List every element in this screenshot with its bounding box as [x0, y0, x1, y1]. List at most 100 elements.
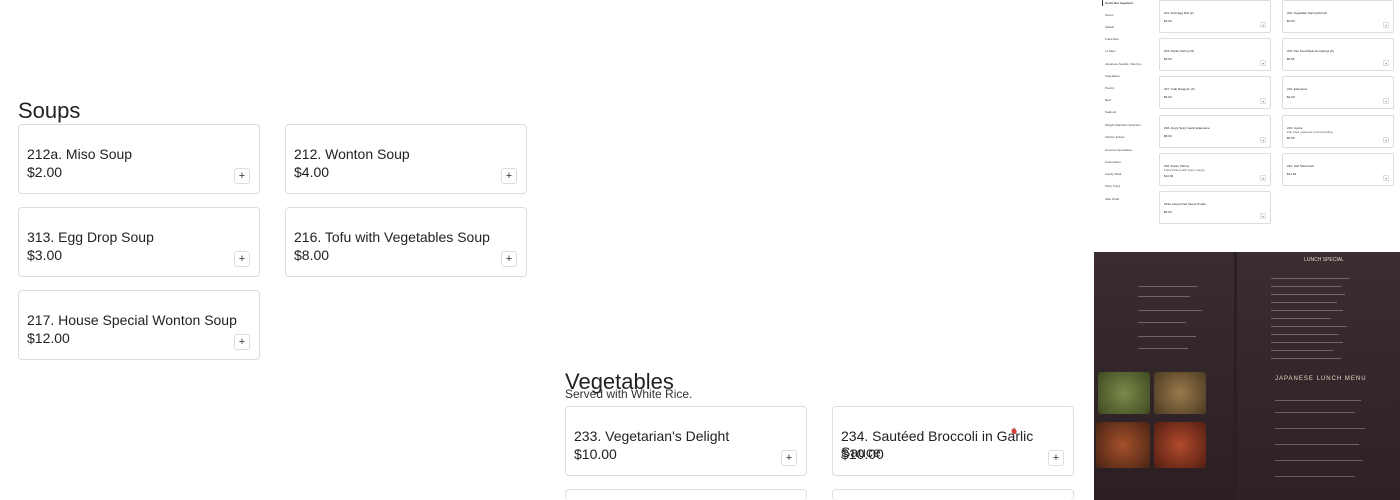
menu-text-line: [1271, 278, 1349, 279]
mini-item-price: $4.00: [1287, 95, 1295, 99]
add-to-cart-button[interactable]: +: [501, 168, 517, 184]
add-to-cart-button[interactable]: +: [234, 168, 250, 184]
menu-item-card[interactable]: 212. Wonton Soup $4.00 +: [285, 124, 527, 194]
menu-text-line: [1271, 350, 1333, 351]
menu-item-card[interactable]: 313. Egg Drop Soup $3.00 +: [18, 207, 260, 277]
mini-add-button[interactable]: +: [1383, 175, 1389, 181]
mini-category-item[interactable]: Sushi Bar Appetizer: [1105, 1, 1133, 5]
mini-item-price: $12.00: [1164, 174, 1174, 178]
mini-item-name: 210. Edamame: [1287, 87, 1308, 91]
mini-add-button[interactable]: +: [1260, 213, 1266, 219]
mini-menu-item-card[interactable]: 208. Angry Spicy Garlic Edamame $8.00 +: [1159, 115, 1271, 148]
food-photo: [1154, 422, 1206, 468]
menu-item-card[interactable]: 217. House Special Wonton Soup $12.00 +: [18, 290, 260, 360]
menu-item-card[interactable]: 233. Vegetarian's Delight $10.00 +: [565, 406, 807, 476]
item-price: $10.00: [574, 446, 617, 462]
item-name: 216. Tofu with Vegetables Soup: [294, 229, 490, 245]
item-name: 313. Egg Drop Soup: [27, 229, 154, 245]
mini-item-name: 204. Panko Shrimp (5): [1164, 49, 1195, 53]
vegetables-section-subtitle: Served with White Rice.: [565, 387, 693, 401]
mini-item-name: 234a. Deep Fried Sweet Potato: [1164, 202, 1206, 206]
add-to-cart-button[interactable]: +: [501, 251, 517, 267]
mini-add-button[interactable]: +: [1260, 22, 1266, 28]
menu-text-line: [1275, 428, 1365, 429]
food-photo: [1098, 372, 1150, 414]
mini-category-item[interactable]: Weight Watchers Selection: [1105, 123, 1141, 127]
menu-text-line: [1138, 296, 1190, 297]
menu-text-line: [1271, 318, 1331, 319]
menu-item-card[interactable]: [832, 489, 1074, 500]
menu-item-card[interactable]: 234. Sautéed Broccoli in Garlic Sauce $1…: [832, 406, 1074, 476]
menu-text-line: [1138, 348, 1188, 349]
mini-add-button[interactable]: +: [1260, 60, 1266, 66]
mini-add-button[interactable]: +: [1383, 137, 1389, 143]
mini-add-button[interactable]: +: [1260, 175, 1266, 181]
menu-text-line: [1275, 476, 1355, 477]
mini-item-name: 207. Crab Rangoon (6): [1164, 87, 1195, 91]
mini-menu-item-card[interactable]: 234a. Deep Fried Sweet Potato $5.00 +: [1159, 191, 1271, 224]
menu-text-line: [1275, 412, 1355, 413]
mini-item-price: $5.00: [1164, 210, 1172, 214]
mini-add-button[interactable]: +: [1260, 137, 1266, 143]
mini-menu-item-card[interactable]: 234. Soft Shell Crab $13.00 +: [1282, 153, 1394, 186]
menu-text-line: [1271, 302, 1337, 303]
mini-add-button[interactable]: +: [1383, 60, 1389, 66]
mini-menu-item-card[interactable]: 206. Pan Fried Meat Dumplings (6) $5.95 …: [1282, 38, 1394, 71]
mini-category-item[interactable]: Fried Rice: [1105, 37, 1119, 41]
item-price: $4.00: [294, 164, 330, 180]
mini-category-item[interactable]: Gourmet Specialties: [1105, 148, 1132, 152]
mini-category-item[interactable]: Kitchen Entrée: [1105, 135, 1125, 139]
item-name: 212. Wonton Soup: [294, 146, 410, 162]
menu-text-line: [1275, 400, 1361, 401]
mini-menu-item-card[interactable]: 204. Panko Shrimp (5) $5.50 +: [1159, 38, 1271, 71]
mini-item-price: $5.95: [1287, 57, 1295, 61]
item-name: 217. House Special Wonton Soup: [27, 312, 237, 328]
mini-item-price: $13.00: [1287, 172, 1297, 176]
mini-category-item[interactable]: Japanese Noodle / Mei Fun: [1105, 62, 1142, 66]
mini-category-item[interactable]: Soups: [1105, 13, 1114, 17]
mini-category-item[interactable]: Party Trays: [1105, 184, 1120, 188]
mini-category-item[interactable]: Salads: [1105, 25, 1114, 29]
mini-item-price: $8.00: [1164, 134, 1172, 138]
menu-item-card[interactable]: [565, 489, 807, 500]
mini-category-item[interactable]: Kutsu Menu: [1105, 160, 1121, 164]
item-price: $3.00: [27, 247, 63, 263]
mini-category-item[interactable]: Lo Mein: [1105, 49, 1116, 53]
mini-menu-item-card[interactable]: 210. Edamame $4.00 +: [1282, 76, 1394, 109]
add-to-cart-button[interactable]: +: [781, 450, 797, 466]
mini-category-item[interactable]: Poultry: [1105, 86, 1114, 90]
mini-menu-item-card[interactable]: 230. Rocky Shrimp Fried shrimp with spic…: [1159, 153, 1271, 186]
mini-category-item[interactable]: Side Order: [1105, 197, 1120, 201]
item-price: $10.00: [841, 446, 884, 462]
menu-item-card[interactable]: 212a. Miso Soup $2.00 +: [18, 124, 260, 194]
mini-menu-item-card[interactable]: 207. Crab Rangoon (6) $6.00 +: [1159, 76, 1271, 109]
soups-section-title: Soups: [18, 98, 81, 123]
menu-text-line: [1138, 336, 1196, 337]
menu-text-line: [1138, 310, 1202, 311]
menu-photo: LUNCH SPECIAL JAPANESE LUNCH MENU: [1094, 252, 1400, 500]
mini-add-button[interactable]: +: [1383, 22, 1389, 28]
mini-category-nav: Sushi Bar Appetizer Soups Salads Fried R…: [1102, 0, 1158, 210]
menu-item-card[interactable]: 216. Tofu with Vegetables Soup $8.00 +: [285, 207, 527, 277]
menu-text-line: [1138, 286, 1198, 287]
menu-text-line: [1271, 334, 1339, 335]
mini-item-name: 208. Angry Spicy Garlic Edamame: [1164, 126, 1210, 130]
menu-text-line: [1138, 322, 1186, 323]
add-to-cart-button[interactable]: +: [1048, 450, 1064, 466]
mini-category-item[interactable]: Family Meal: [1105, 172, 1121, 176]
mini-menu-item-card[interactable]: 202. Vegetable Spring Roll (2) $2.50 +: [1282, 0, 1394, 33]
menu-left-page: [1094, 252, 1234, 500]
mini-item-name: 202. Vegetable Spring Roll (2): [1287, 11, 1328, 15]
mini-item-price: $5.95: [1287, 136, 1295, 140]
mini-menu-item-card[interactable]: 229. Gyoza Pan fried, japanese pork dump…: [1282, 115, 1394, 148]
mini-menu-item-card[interactable]: 201. Pork Egg Roll (2) $3.00 +: [1159, 0, 1271, 33]
mini-category-item[interactable]: Beef: [1105, 98, 1111, 102]
mini-add-button[interactable]: +: [1260, 98, 1266, 104]
add-to-cart-button[interactable]: +: [234, 334, 250, 350]
mini-item-price: $3.00: [1164, 19, 1172, 23]
mini-category-item[interactable]: Vegetables: [1105, 74, 1120, 78]
item-price: $12.00: [27, 330, 70, 346]
mini-add-button[interactable]: +: [1383, 98, 1389, 104]
add-to-cart-button[interactable]: +: [234, 251, 250, 267]
mini-category-item[interactable]: Seafood: [1105, 110, 1116, 114]
